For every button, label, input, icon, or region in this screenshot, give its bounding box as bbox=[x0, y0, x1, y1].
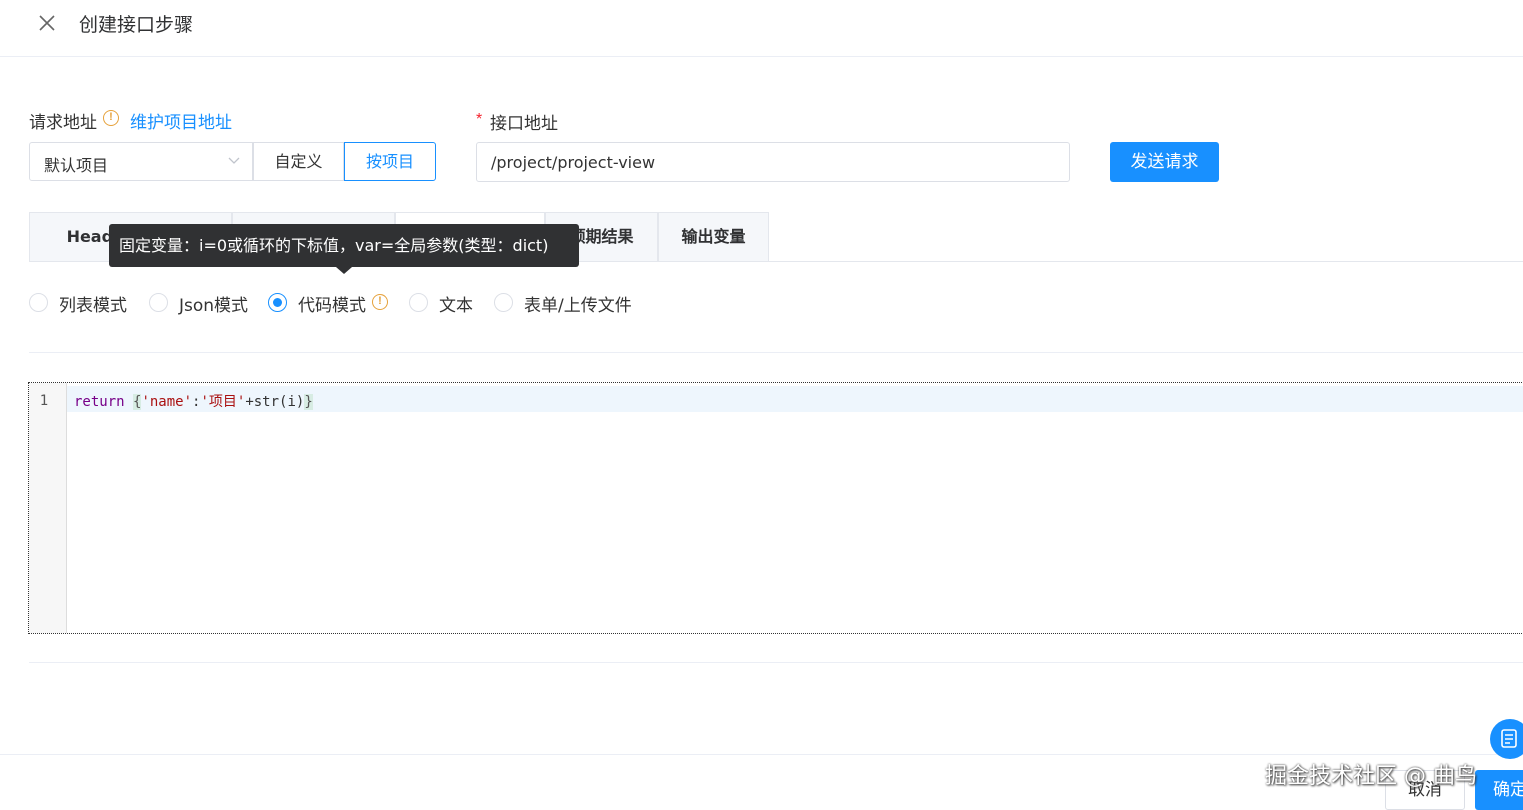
maintain-project-address-link[interactable]: 维护项目地址 bbox=[130, 108, 232, 133]
radio-text-mode[interactable]: 文本 bbox=[409, 291, 489, 316]
mode-by-project-button[interactable]: 按项目 bbox=[344, 142, 436, 181]
confirm-button[interactable]: 确定 bbox=[1475, 770, 1523, 810]
code-editor[interactable]: 1 return {'name':'项目'+str(i)} bbox=[28, 382, 1523, 634]
tooltip-arrow bbox=[336, 267, 352, 274]
radio-circle bbox=[409, 293, 428, 312]
drawer-title: 创建接口步骤 bbox=[79, 14, 194, 36]
line-number: 1 bbox=[39, 393, 49, 409]
divider bbox=[29, 352, 1523, 353]
code-value: '项目' bbox=[200, 394, 246, 410]
project-select[interactable]: 默认项目 bbox=[29, 142, 253, 181]
mode-custom-button[interactable]: 自定义 bbox=[253, 142, 344, 181]
code-line[interactable]: return {'name':'项目'+str(i)} bbox=[74, 391, 313, 411]
request-address-label: 请求地址 bbox=[29, 113, 97, 133]
floating-action-button[interactable] bbox=[1490, 719, 1523, 759]
interface-address-input[interactable] bbox=[476, 142, 1070, 182]
radio-circle bbox=[29, 293, 48, 312]
editor-gutter: 1 bbox=[29, 383, 67, 633]
tooltip: 固定变量：i=0或循环的下标值，var=全局参数(类型：dict) bbox=[109, 224, 579, 267]
radio-label: 表单/上传文件 bbox=[524, 296, 632, 316]
radio-form-upload-mode[interactable]: 表单/上传文件 bbox=[494, 291, 644, 316]
tab-output-variables[interactable]: 输出变量 bbox=[658, 212, 769, 262]
radio-label: 文本 bbox=[439, 296, 473, 316]
interface-address-label: 接口地址 bbox=[490, 114, 558, 134]
required-star: * bbox=[476, 111, 483, 128]
radio-label: Json模式 bbox=[179, 296, 249, 316]
radio-circle bbox=[149, 293, 168, 312]
radio-code-mode[interactable]: 代码模式 bbox=[268, 291, 373, 316]
code-key: 'name' bbox=[141, 394, 193, 410]
code-keyword: return bbox=[74, 394, 125, 410]
document-icon bbox=[1501, 729, 1517, 748]
send-request-button[interactable]: 发送请求 bbox=[1110, 142, 1219, 182]
footer-divider bbox=[0, 754, 1523, 755]
code-rest: +str(i) bbox=[245, 394, 305, 410]
code-brace-close: } bbox=[304, 394, 313, 410]
close-icon[interactable] bbox=[36, 12, 58, 34]
warning-icon: ! bbox=[103, 110, 119, 126]
watermark: 掘金技术社区 @ 曲鸟 bbox=[1265, 764, 1477, 789]
radio-circle bbox=[268, 293, 287, 312]
radio-circle bbox=[494, 293, 513, 312]
chevron-down-icon bbox=[228, 157, 240, 164]
warning-icon[interactable]: ! bbox=[372, 294, 388, 310]
radio-json-mode[interactable]: Json模式 bbox=[149, 291, 259, 316]
divider bbox=[29, 662, 1523, 663]
radio-label: 列表模式 bbox=[59, 296, 127, 316]
project-select-value: 默认项目 bbox=[44, 156, 109, 175]
drawer-header: 创建接口步骤 bbox=[0, 0, 1523, 57]
radio-label: 代码模式 bbox=[298, 296, 366, 316]
radio-list-mode[interactable]: 列表模式 bbox=[29, 291, 139, 316]
